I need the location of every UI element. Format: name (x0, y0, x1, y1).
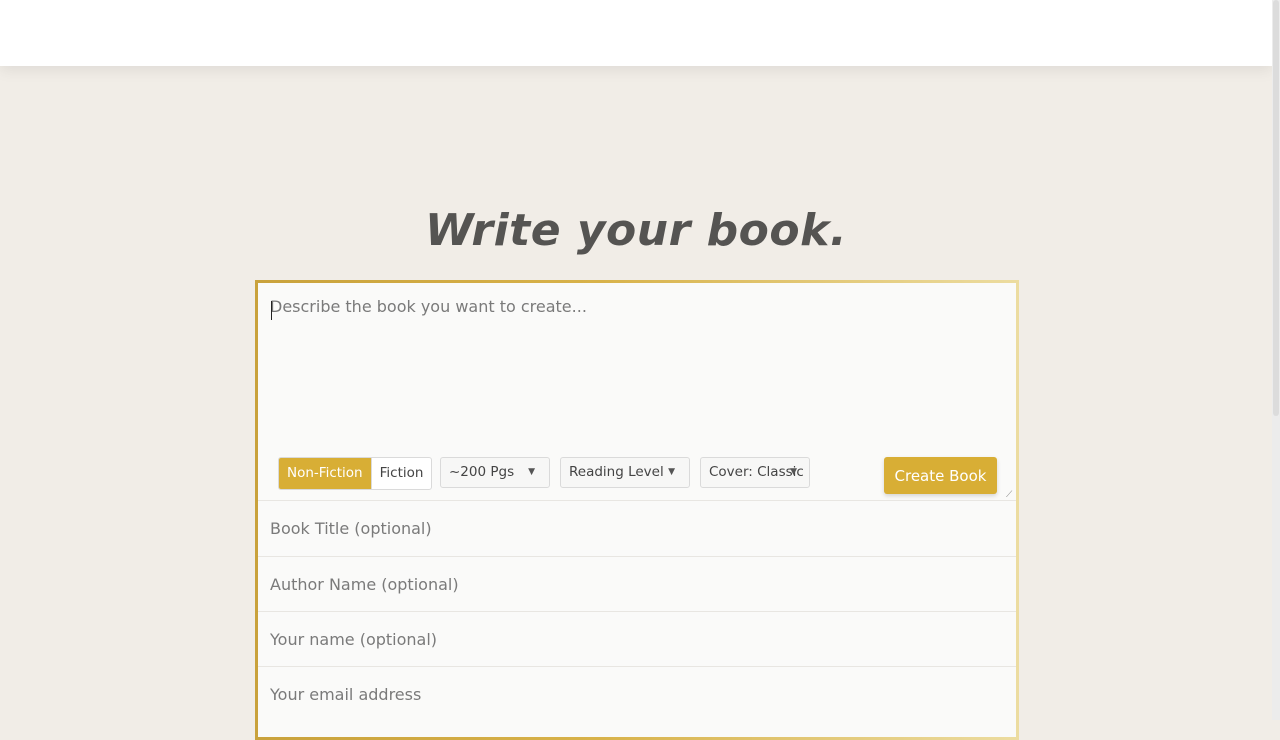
options-toolbar: Non-Fiction Fiction ~200 Pgs ▼ Reading L… (258, 457, 1016, 497)
create-book-button[interactable]: Create Book (884, 457, 997, 494)
book-form-card: ⟋ Non-Fiction Fiction ~200 Pgs ▼ Reading… (255, 280, 1019, 740)
reading-level-value: Reading Level (569, 464, 664, 480)
author-name-input[interactable] (258, 557, 1016, 611)
genre-option-non-fiction[interactable]: Non-Fiction (279, 458, 371, 489)
book-title-input[interactable] (258, 501, 1016, 555)
caret-down-icon: ▼ (528, 467, 535, 477)
scrollbar-thumb[interactable] (1273, 0, 1279, 416)
cover-style-select[interactable]: Cover: Classic ▼ (700, 457, 810, 488)
top-navbar (0, 0, 1272, 66)
reading-level-select[interactable]: Reading Level ▼ (560, 457, 690, 488)
email-input[interactable] (258, 667, 1016, 721)
text-cursor (271, 301, 272, 320)
page-title: Write your book. (424, 205, 848, 256)
caret-down-icon: ▼ (668, 467, 675, 477)
genre-option-fiction[interactable]: Fiction (370, 458, 432, 489)
genre-toggle: Non-Fiction Fiction (278, 457, 433, 490)
your-name-input[interactable] (258, 612, 1016, 666)
page-length-select[interactable]: ~200 Pgs ▼ (440, 457, 550, 488)
page-length-value: ~200 Pgs (449, 464, 515, 480)
caret-down-icon: ▼ (790, 467, 797, 477)
page-scrollbar[interactable] (1272, 0, 1280, 720)
